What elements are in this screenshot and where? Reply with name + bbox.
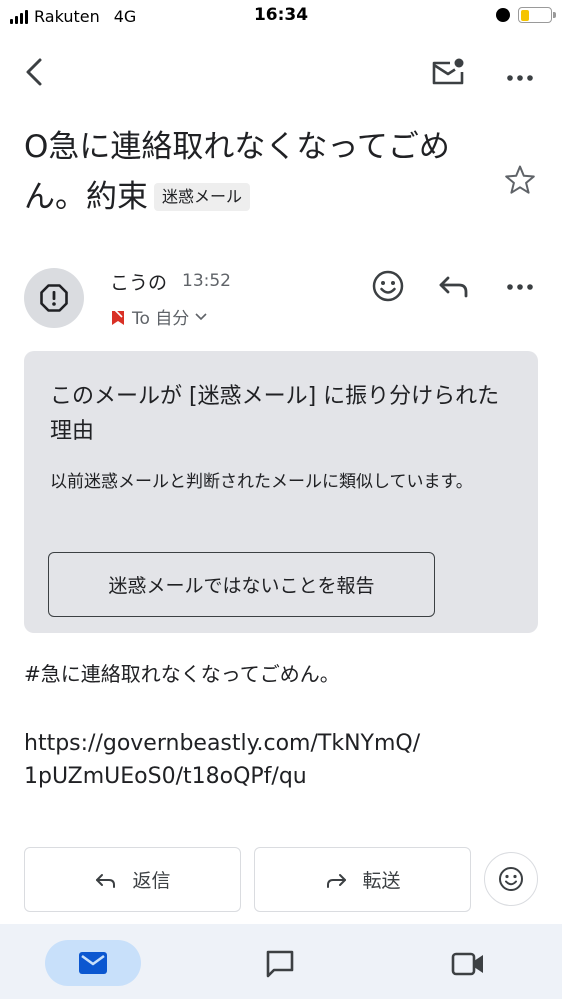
spam-warning-card: このメールが [迷惑メール] に振り分けられた理由 以前迷惑メールと判断されたメ… [24, 351, 538, 633]
star-icon [505, 165, 535, 194]
more-options-button[interactable] [500, 54, 540, 90]
spam-warning-icon [40, 284, 68, 312]
back-icon [26, 58, 42, 86]
reply-label: 返信 [132, 870, 171, 892]
important-marker-icon [112, 307, 124, 325]
sender-name[interactable]: こうの [110, 268, 167, 295]
message-more-button[interactable] [500, 266, 540, 306]
forward-action-button[interactable]: 転送 [254, 847, 471, 912]
email-subject: O急に連絡取れなくなってごめん。約束 迷惑メール [24, 122, 484, 222]
reply-button[interactable] [432, 266, 476, 306]
top-app-bar [0, 48, 562, 98]
nav-chat-tab[interactable] [258, 944, 302, 984]
report-not-spam-button[interactable]: 迷惑メールではないことを報告 [48, 552, 435, 617]
back-button[interactable] [18, 54, 54, 90]
mail-nav-icon [79, 952, 107, 974]
forward-label: 転送 [362, 870, 401, 892]
bottom-navigation [0, 924, 562, 999]
status-bar: Rakuten 4G 16:34 [0, 0, 562, 34]
chevron-down-icon [195, 312, 207, 320]
spam-label-chip[interactable]: 迷惑メール [154, 183, 251, 211]
emoji-react-button[interactable] [484, 852, 538, 906]
status-right [496, 7, 556, 23]
email-body-link[interactable]: https://governbeastly.com/TkNYmQ/1pUZmUE… [24, 727, 424, 793]
reply-icon [439, 276, 468, 298]
forward-icon [327, 873, 347, 888]
avatar[interactable] [24, 268, 84, 328]
more-icon [507, 75, 533, 81]
emoji-icon [372, 270, 404, 302]
reply-action-button[interactable]: 返信 [24, 847, 241, 912]
react-emoji-button[interactable] [368, 266, 408, 306]
mail-unread-icon [432, 58, 464, 85]
spam-card-title: このメールが [迷惑メール] に振り分けられた理由 [50, 384, 500, 444]
nav-meet-tab[interactable] [446, 944, 490, 984]
more-icon [507, 284, 533, 290]
reply-icon [96, 873, 116, 888]
star-button[interactable] [502, 162, 538, 198]
chat-icon [266, 950, 294, 978]
battery-icon [518, 7, 556, 23]
nav-mail-tab[interactable] [45, 940, 141, 986]
emoji-icon [499, 867, 523, 891]
recipient-label: To 自分 [132, 309, 190, 329]
alarm-icon [496, 8, 510, 22]
recipient-details[interactable]: To 自分 [110, 304, 207, 329]
clock: 16:34 [253, 5, 309, 25]
email-body-text: #急に連絡取れなくなってごめん。 [24, 662, 340, 686]
email-time: 13:52 [182, 271, 231, 291]
spam-card-body: 以前迷惑メールと判断されたメールに類似しています。 [50, 472, 473, 492]
mark-unread-button[interactable] [428, 54, 468, 90]
meet-icon [451, 952, 483, 976]
